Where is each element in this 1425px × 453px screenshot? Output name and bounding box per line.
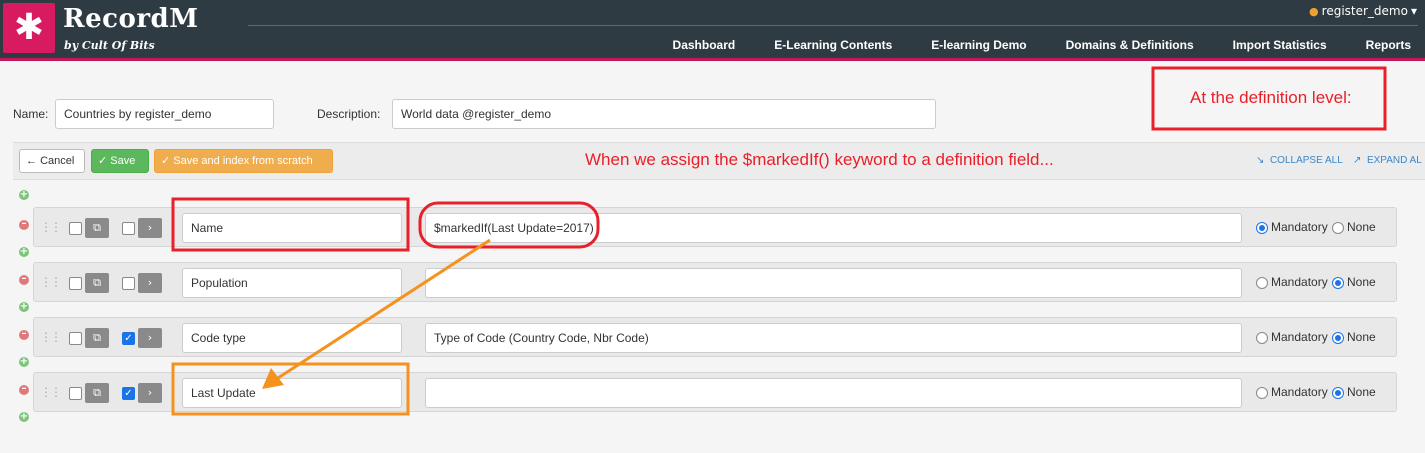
header-divider [248, 25, 1418, 26]
field-row: ⋮⋮ ⧉ ✓ › Code type Type of Code (Country… [33, 317, 1397, 357]
nav-dashboard[interactable]: Dashboard [673, 38, 736, 54]
assign-keyword-annotation: When we assign the $markedIf() keyword t… [585, 150, 1054, 169]
add-field-icon[interactable]: + [19, 247, 29, 257]
save-button-label: Save [110, 155, 136, 167]
name-label: Name: [13, 107, 49, 121]
header-accent-line [0, 58, 1425, 61]
field-description-input[interactable] [425, 378, 1242, 408]
save-button[interactable]: ✓ Save [91, 149, 149, 173]
expand-all-label: EXPAND AL [1366, 155, 1422, 166]
duplicate-icon[interactable]: ⧉ [85, 218, 109, 238]
field-row: ⋮⋮ ⧉ › Population Mandatory None [33, 262, 1397, 302]
collapse-all-label: COLLAPSE ALL [1269, 155, 1343, 166]
drag-handle-icon[interactable]: ⋮⋮ [40, 220, 62, 234]
nav-elearning-contents[interactable]: E-Learning Contents [774, 38, 892, 54]
recordm-logo-icon[interactable]: ✱ [3, 3, 55, 53]
user-menu[interactable]: ● register_demo ▾ [1309, 4, 1417, 18]
drag-handle-icon[interactable]: ⋮⋮ [40, 275, 62, 289]
add-field-icon[interactable]: + [19, 302, 29, 312]
add-field-icon[interactable]: + [19, 357, 29, 367]
chevron-right-icon[interactable]: › [138, 273, 162, 293]
remove-field-icon[interactable]: – [19, 274, 29, 285]
none-label: None [1347, 385, 1376, 399]
brand-tagline: by Cult Of Bits [64, 39, 155, 52]
check-icon: ✓ [161, 155, 171, 167]
field-name-input[interactable]: Last Update [182, 378, 402, 408]
subfield-checkbox[interactable] [122, 277, 135, 290]
none-label: None [1347, 220, 1376, 234]
cancel-button[interactable]: ← Cancel [19, 149, 85, 173]
field-description-input[interactable]: Type of Code (Country Code, Nbr Code) [425, 323, 1242, 353]
field-checkbox[interactable] [69, 222, 82, 235]
top-header: ✱ RecordM by Cult Of Bits ● register_dem… [0, 0, 1425, 61]
remove-field-icon[interactable]: – [19, 329, 29, 340]
collapse-all-link[interactable]: ↘ COLLAPSE ALL [1256, 155, 1343, 166]
drag-handle-icon[interactable]: ⋮⋮ [40, 385, 62, 399]
mandatory-label: Mandatory [1271, 330, 1328, 344]
none-label: None [1347, 330, 1376, 344]
chevron-right-icon[interactable]: › [138, 218, 162, 238]
mandatory-label: Mandatory [1271, 220, 1328, 234]
field-row: ⋮⋮ ⧉ ✓ › Last Update Mandatory None [33, 372, 1397, 412]
mandatory-radio[interactable] [1256, 277, 1268, 289]
field-checkbox[interactable] [69, 277, 82, 290]
definition-name-input[interactable]: Countries by register_demo [55, 99, 274, 129]
nav-domains-definitions[interactable]: Domains & Definitions [1066, 38, 1194, 54]
drag-handle-icon[interactable]: ⋮⋮ [40, 330, 62, 344]
cancel-button-label: Cancel [40, 155, 75, 167]
none-label: None [1347, 275, 1376, 289]
subfield-checkbox[interactable]: ✓ [122, 332, 135, 345]
nav-reports[interactable]: Reports [1366, 38, 1411, 54]
user-icon: ● [1309, 4, 1319, 18]
field-checkbox[interactable] [69, 332, 82, 345]
field-name-input[interactable]: Population [182, 268, 402, 298]
field-name-input[interactable]: Code type [182, 323, 402, 353]
expand-icon: ↗ [1353, 155, 1362, 166]
chevron-down-icon: ▾ [1410, 4, 1417, 18]
app-root: ✱ RecordM by Cult Of Bits ● register_dem… [0, 0, 1425, 453]
orange-arrow-line [277, 238, 491, 380]
none-radio[interactable] [1332, 222, 1344, 234]
duplicate-icon[interactable]: ⧉ [85, 328, 109, 348]
duplicate-icon[interactable]: ⧉ [85, 383, 109, 403]
field-checkbox[interactable] [69, 387, 82, 400]
main-nav: Dashboard E-Learning Contents E-learning… [673, 38, 1425, 54]
check-icon: ✓ [98, 155, 108, 167]
mandatory-label: Mandatory [1271, 385, 1328, 399]
field-row: ⋮⋮ ⧉ › Name $markedIf(Last Update=2017) … [33, 207, 1397, 247]
none-radio[interactable] [1332, 277, 1344, 289]
none-radio[interactable] [1332, 332, 1344, 344]
nav-elearning-demo[interactable]: E-learning Demo [931, 38, 1026, 54]
field-description-input[interactable] [425, 268, 1242, 298]
mandatory-radio[interactable] [1256, 332, 1268, 344]
remove-field-icon[interactable]: – [19, 384, 29, 395]
compress-icon: ↘ [1256, 155, 1265, 166]
arrow-left-icon: ← [26, 155, 37, 167]
field-description-input[interactable]: $markedIf(Last Update=2017) [425, 213, 1242, 243]
save-and-index-label: Save and index from scratch [173, 155, 313, 167]
definition-description-input[interactable]: World data @register_demo [392, 99, 936, 129]
remove-field-icon[interactable]: – [19, 219, 29, 230]
chevron-right-icon[interactable]: › [138, 383, 162, 403]
user-name: register_demo [1321, 4, 1408, 18]
brand-name: RecordM [63, 4, 199, 34]
subfield-checkbox[interactable] [122, 222, 135, 235]
add-field-icon[interactable]: + [19, 412, 29, 422]
save-and-index-button[interactable]: ✓ Save and index from scratch [154, 149, 333, 173]
definition-level-annotation: At the definition level: [1190, 88, 1352, 107]
chevron-right-icon[interactable]: › [138, 328, 162, 348]
mandatory-radio[interactable] [1256, 222, 1268, 234]
expand-all-link[interactable]: ↗ EXPAND AL [1353, 155, 1422, 166]
subfield-checkbox[interactable]: ✓ [122, 387, 135, 400]
field-name-input[interactable]: Name [182, 213, 402, 243]
mandatory-label: Mandatory [1271, 275, 1328, 289]
add-field-icon[interactable]: + [19, 190, 29, 200]
mandatory-radio[interactable] [1256, 387, 1268, 399]
duplicate-icon[interactable]: ⧉ [85, 273, 109, 293]
description-label: Description: [317, 107, 381, 121]
none-radio[interactable] [1332, 387, 1344, 399]
nav-import-statistics[interactable]: Import Statistics [1233, 38, 1327, 54]
